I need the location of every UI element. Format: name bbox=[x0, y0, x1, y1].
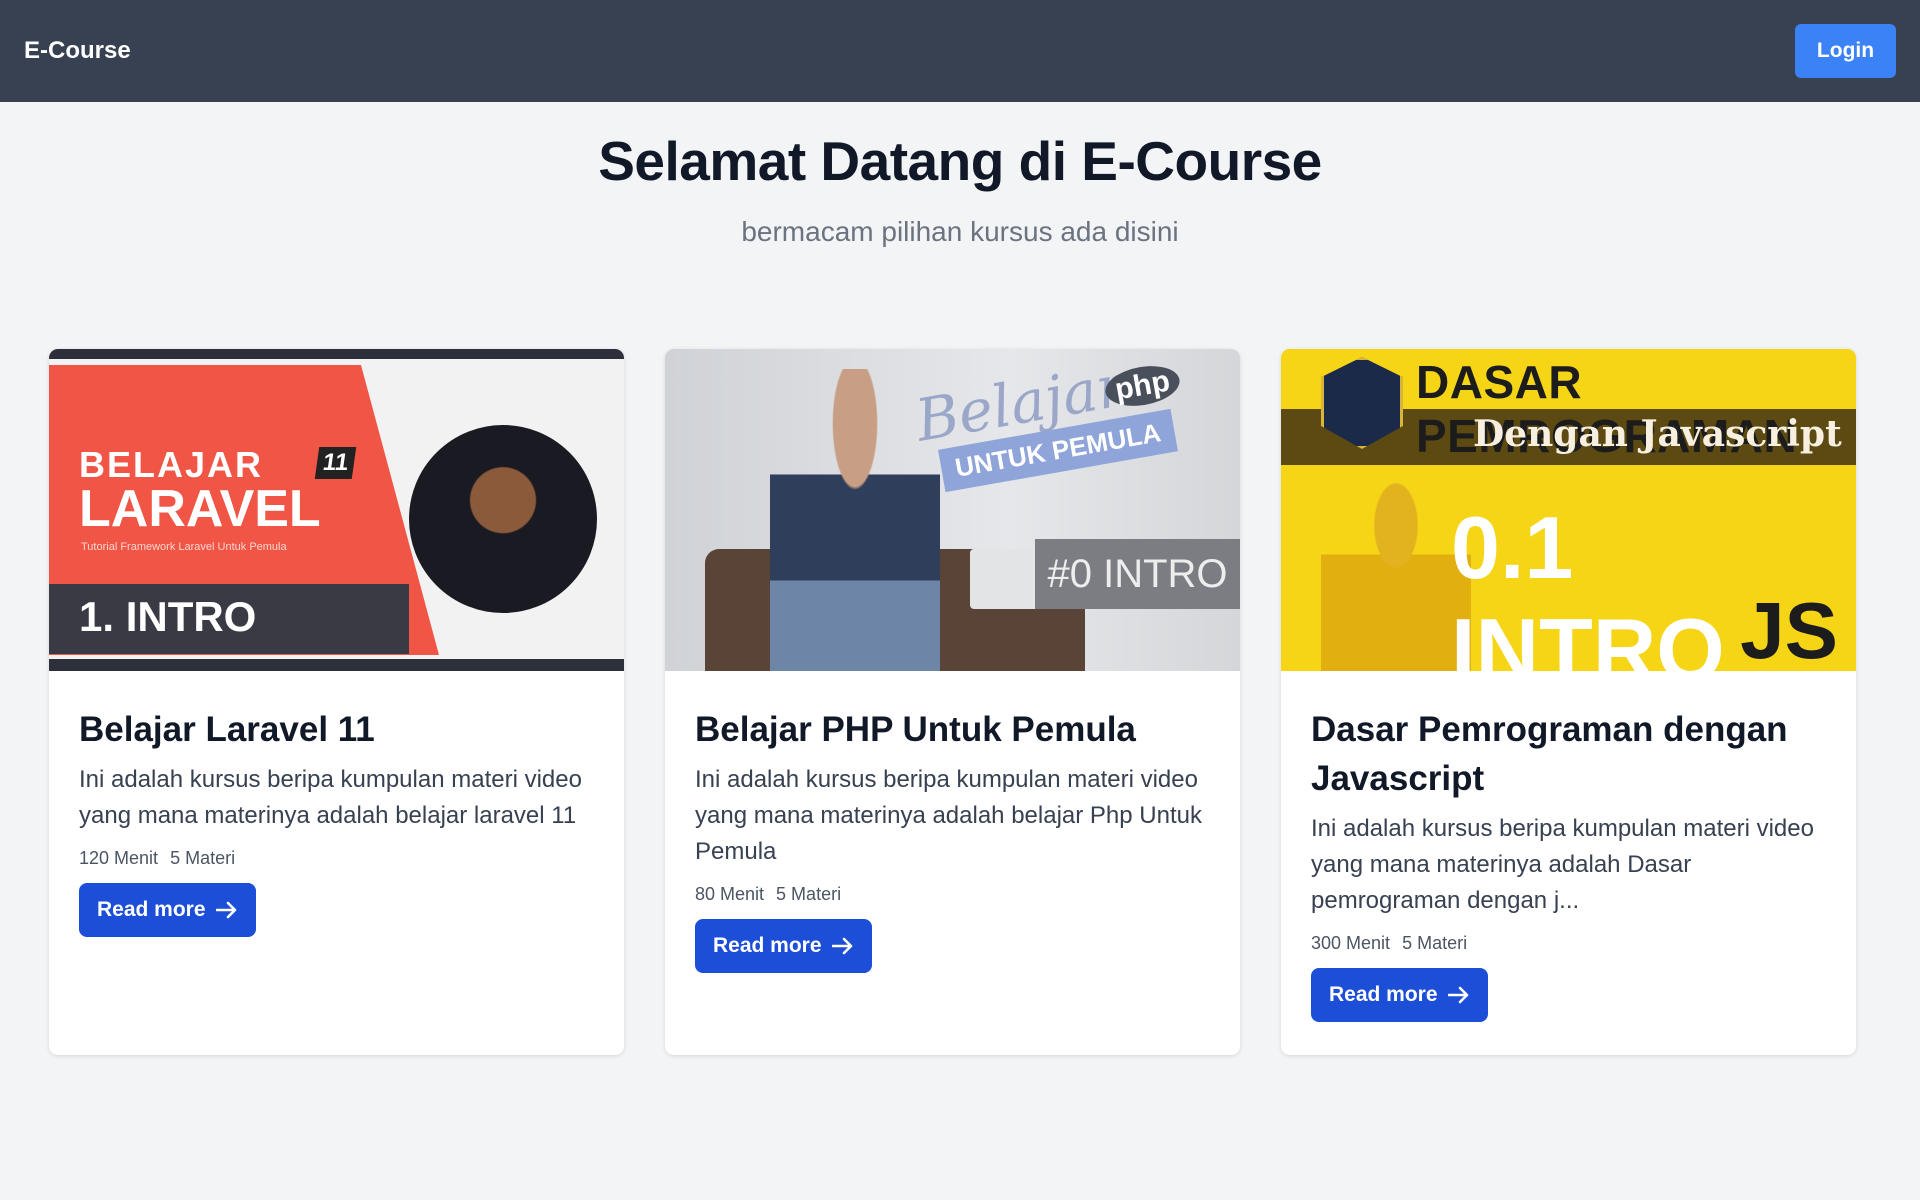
course-materials: 5 Materi bbox=[1402, 933, 1468, 953]
read-more-button[interactable]: Read more bbox=[1311, 968, 1488, 1022]
arrow-right-icon bbox=[215, 901, 236, 919]
arrow-right-icon bbox=[831, 937, 852, 955]
course-title[interactable]: Belajar PHP Untuk Pemula bbox=[695, 705, 1210, 754]
instructor-photo bbox=[1321, 477, 1471, 671]
course-list: BELAJAR LARAVEL 11 Tutorial Framework La… bbox=[49, 349, 1856, 1055]
thumbnail-episode: #0 INTRO bbox=[1035, 539, 1240, 609]
read-more-button[interactable]: Read more bbox=[695, 919, 872, 973]
thumbnail-badge: JS bbox=[1740, 586, 1838, 671]
course-description: Ini adalah kursus beripa kumpulan materi… bbox=[695, 766, 1202, 865]
course-card: BELAJAR LARAVEL 11 Tutorial Framework La… bbox=[49, 349, 624, 1055]
read-more-label: Read more bbox=[97, 898, 206, 921]
read-more-button[interactable]: Read more bbox=[79, 883, 256, 937]
course-materials: 5 Materi bbox=[776, 884, 842, 904]
thumbnail-text: LARAVEL bbox=[79, 480, 321, 538]
brand-logo[interactable]: E-Course bbox=[24, 37, 131, 65]
page-title: Selamat Datang di E-Course bbox=[598, 130, 1322, 192]
course-description: Ini adalah kursus beripa kumpulan materi… bbox=[1311, 815, 1814, 914]
course-card: Belajar php UNTUK PEMULA #0 INTRO Belaja… bbox=[665, 349, 1240, 1055]
course-meta: 120 Menit 5 Materi bbox=[79, 848, 594, 869]
thumbnail-tagline: Tutorial Framework Laravel Untuk Pemula bbox=[81, 541, 287, 553]
course-duration: 120 Menit bbox=[79, 848, 159, 868]
hero: Selamat Datang di E-Course bermacam pili… bbox=[0, 102, 1920, 248]
login-button[interactable]: Login bbox=[1795, 24, 1896, 78]
course-title[interactable]: Belajar Laravel 11 bbox=[79, 705, 594, 754]
course-thumbnail[interactable]: Belajar php UNTUK PEMULA #0 INTRO bbox=[665, 349, 1240, 671]
instructor-avatar bbox=[407, 423, 599, 615]
course-meta: 300 Menit 5 Materi bbox=[1311, 933, 1826, 954]
read-more-label: Read more bbox=[1329, 983, 1438, 1006]
card-body: Dasar Pemrograman dengan Javascript Ini … bbox=[1281, 671, 1856, 1055]
course-duration: 300 Menit bbox=[1311, 933, 1391, 953]
course-duration: 80 Menit bbox=[695, 884, 765, 904]
thumbnail-badge: 11 bbox=[314, 447, 357, 479]
course-title[interactable]: Dasar Pemrograman dengan Javascript bbox=[1311, 705, 1826, 803]
course-description: Ini adalah kursus beripa kumpulan materi… bbox=[79, 766, 582, 829]
course-meta: 80 Menit 5 Materi bbox=[695, 884, 1210, 905]
read-more-label: Read more bbox=[713, 934, 822, 957]
course-materials: 5 Materi bbox=[170, 848, 236, 868]
course-card: DASAR PEMROGRAMAN Dengan Javascript 0.1 … bbox=[1281, 349, 1856, 1055]
laptop-icon bbox=[970, 549, 1040, 609]
course-thumbnail[interactable]: DASAR PEMROGRAMAN Dengan Javascript 0.1 … bbox=[1281, 349, 1856, 671]
arrow-right-icon bbox=[1447, 986, 1468, 1004]
navbar: E-Course Login bbox=[0, 0, 1920, 102]
thumbnail-text: Dengan Javascript bbox=[1473, 413, 1842, 455]
page-subtitle: bermacam pilihan kursus ada disini bbox=[741, 216, 1179, 247]
thumbnail-episode: 1. INTRO bbox=[79, 593, 257, 640]
course-thumbnail[interactable]: BELAJAR LARAVEL 11 Tutorial Framework La… bbox=[49, 349, 624, 671]
card-body: Belajar Laravel 11 Ini adalah kursus ber… bbox=[49, 671, 624, 971]
card-body: Belajar PHP Untuk Pemula Ini adalah kurs… bbox=[665, 671, 1240, 1007]
